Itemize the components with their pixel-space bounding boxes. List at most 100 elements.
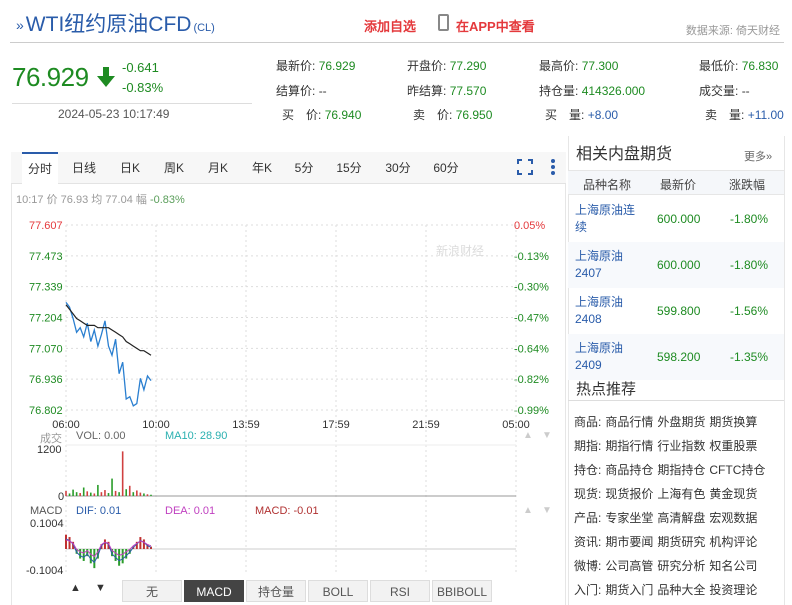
volume-collapse-down-icon[interactable]: ▼ bbox=[542, 430, 552, 441]
hot-link[interactable]: 行业指数 bbox=[657, 439, 705, 453]
hot-link[interactable]: 机构评论 bbox=[709, 535, 757, 549]
quote-timestamp: 2024-05-23 10:17:49 bbox=[58, 107, 170, 121]
double-chevron-icon: » bbox=[16, 17, 24, 33]
hot-line: 现货: 现货报价 上海有色 黄金现货 bbox=[574, 485, 757, 502]
volume-bar bbox=[82, 487, 85, 496]
hot-link[interactable]: 专家坐堂 bbox=[605, 511, 653, 525]
hot-divider bbox=[568, 400, 784, 401]
hot-line-label: 微博: bbox=[574, 559, 602, 573]
intraday-chart[interactable]: 77.607 0.05% 77.473 -0.13% 77.339 -0.30% 77.20… bbox=[11, 205, 566, 580]
hot-link[interactable]: 期市要闻 bbox=[605, 535, 653, 549]
macd-bar bbox=[89, 549, 92, 564]
indicator-tab-4[interactable]: RSI bbox=[370, 580, 430, 602]
chart-tab-2[interactable]: 日K bbox=[110, 152, 150, 184]
hot-line: 商品: 商品行情 外盘期货 期货换算 bbox=[574, 413, 757, 430]
hot-link[interactable]: 商品持仓 bbox=[605, 463, 653, 477]
volume-bar bbox=[136, 490, 138, 496]
chart-tab-8[interactable]: 30分 bbox=[376, 152, 420, 184]
volume-bar bbox=[125, 489, 128, 496]
sidebar-row-pct: -1.56% bbox=[730, 304, 769, 318]
hot-line: 入门: 期货入门 品种大全 投资理论 bbox=[574, 581, 757, 598]
hot-link[interactable]: CFTC持仓 bbox=[709, 463, 765, 477]
volume-bar bbox=[150, 494, 152, 496]
macd-collapse-down-icon[interactable]: ▼ bbox=[542, 505, 552, 516]
hot-link[interactable]: 商品行情 bbox=[605, 415, 653, 429]
more-link[interactable]: 更多» bbox=[744, 148, 772, 164]
hot-link[interactable]: 上海有色 bbox=[657, 487, 705, 501]
volume-bar bbox=[111, 478, 113, 496]
indicator-tab-3[interactable]: BOLL bbox=[308, 580, 368, 602]
sidebar-row-name[interactable]: 上海原油 2408 bbox=[575, 294, 647, 328]
sidebar-row-name[interactable]: 上海原油连续 bbox=[575, 202, 647, 236]
chart-tab-5[interactable]: 年K bbox=[242, 152, 282, 184]
sidebar-border-right bbox=[784, 136, 785, 605]
indicator-tab-0[interactable]: 无 bbox=[122, 580, 182, 602]
more-menu-icon[interactable] bbox=[550, 158, 556, 176]
hot-link[interactable]: 现货报价 bbox=[605, 487, 653, 501]
hot-line: 微博: 公司高管 研究分析 知名公司 bbox=[574, 557, 757, 574]
y-pct-tick-label: -0.64% bbox=[514, 343, 549, 355]
chart-tab-1[interactable]: 日线 bbox=[62, 152, 106, 184]
volume-bar bbox=[97, 484, 99, 496]
hot-link[interactable]: 知名公司 bbox=[709, 559, 757, 573]
volume-bar bbox=[146, 494, 149, 496]
stat-bid: 买 价: 76.940 bbox=[282, 108, 362, 122]
indicator-tab-2[interactable]: 持仓量 bbox=[246, 580, 306, 602]
hot-link[interactable]: 期指行情 bbox=[605, 439, 653, 453]
hot-link[interactable]: 期货入门 bbox=[605, 583, 653, 597]
chart-tab-3[interactable]: 周K bbox=[154, 152, 194, 184]
scroll-up-icon[interactable]: ▲ bbox=[70, 582, 81, 594]
hot-link[interactable]: 期指持仓 bbox=[657, 463, 705, 477]
macd-bar bbox=[82, 549, 85, 561]
hot-link[interactable]: 外盘期货 bbox=[657, 415, 705, 429]
chart-tab-6[interactable]: 5分 bbox=[286, 152, 322, 184]
hot-line: 资讯: 期市要闻 期货研究 机构评论 bbox=[574, 533, 757, 550]
add-favorite-link[interactable]: 添加自选 bbox=[364, 16, 416, 35]
volume-zero: 0 bbox=[58, 491, 65, 503]
y-tick-label: 77.204 bbox=[29, 313, 63, 325]
hot-link[interactable]: 权重股票 bbox=[709, 439, 757, 453]
hot-link[interactable]: 公司高管 bbox=[605, 559, 653, 573]
hot-link[interactable]: 研究分析 bbox=[657, 559, 705, 573]
volume-bar bbox=[143, 493, 145, 496]
chart-tab-4[interactable]: 月K bbox=[198, 152, 238, 184]
y-pct-tick-label: -0.47% bbox=[514, 313, 549, 325]
volume-value: VOL: 0.00 bbox=[76, 430, 126, 442]
hot-link[interactable]: 宏观数据 bbox=[709, 511, 757, 525]
hot-link[interactable]: 投资理论 bbox=[709, 583, 757, 597]
hot-link[interactable]: 品种大全 bbox=[657, 583, 705, 597]
stat-ask-volume: 卖 量: +11.00 bbox=[705, 108, 784, 122]
sidebar-row-price: 599.800 bbox=[657, 304, 701, 318]
open-in-app-link[interactable]: 在APP中查看 bbox=[456, 16, 535, 35]
hot-link[interactable]: 期货研究 bbox=[657, 535, 705, 549]
macd-collapse-up-icon[interactable]: ▲ bbox=[523, 505, 533, 516]
hot-line-label: 持仓: bbox=[574, 463, 602, 477]
row-name-line2: 2407 bbox=[575, 266, 602, 280]
chart-tab-9[interactable]: 60分 bbox=[424, 152, 468, 184]
hot-link[interactable]: 期货换算 bbox=[709, 415, 757, 429]
hot-link[interactable]: 高清解盘 bbox=[657, 511, 705, 525]
indicator-tab-5[interactable]: BBIBOLL bbox=[432, 580, 492, 602]
hot-link[interactable]: 黄金现货 bbox=[709, 487, 757, 501]
row-name-line1: 上海原油连 bbox=[575, 203, 636, 217]
sidebar-row-name[interactable]: 上海原油 2407 bbox=[575, 248, 647, 282]
fullscreen-icon[interactable] bbox=[517, 159, 533, 175]
sidebar-row-price: 598.200 bbox=[657, 350, 701, 364]
volume-bar bbox=[93, 493, 96, 496]
indicator-tab-1[interactable]: MACD bbox=[184, 580, 244, 602]
macd-dif: DIF: 0.01 bbox=[76, 505, 122, 517]
volume-bar bbox=[79, 493, 81, 496]
chart-tab-7[interactable]: 15分 bbox=[326, 152, 372, 184]
stat-open-interest: 持仓量: 414326.000 bbox=[539, 84, 646, 98]
macd-bar bbox=[121, 549, 124, 564]
x-tick-label: 21:59 bbox=[412, 419, 440, 431]
sidebar-row-pct: -1.35% bbox=[730, 350, 769, 364]
scroll-down-icon[interactable]: ▼ bbox=[95, 582, 106, 594]
volume-ma10: MA10: 28.90 bbox=[165, 430, 228, 442]
volume-bar bbox=[114, 490, 117, 496]
chart-tab-0[interactable]: 分时 bbox=[22, 152, 58, 184]
hot-line-label: 现货: bbox=[574, 487, 602, 501]
col-header-name: 品种名称 bbox=[583, 178, 632, 192]
volume-collapse-up-icon[interactable]: ▲ bbox=[523, 430, 533, 441]
sidebar-row-name[interactable]: 上海原油 2409 bbox=[575, 340, 647, 374]
